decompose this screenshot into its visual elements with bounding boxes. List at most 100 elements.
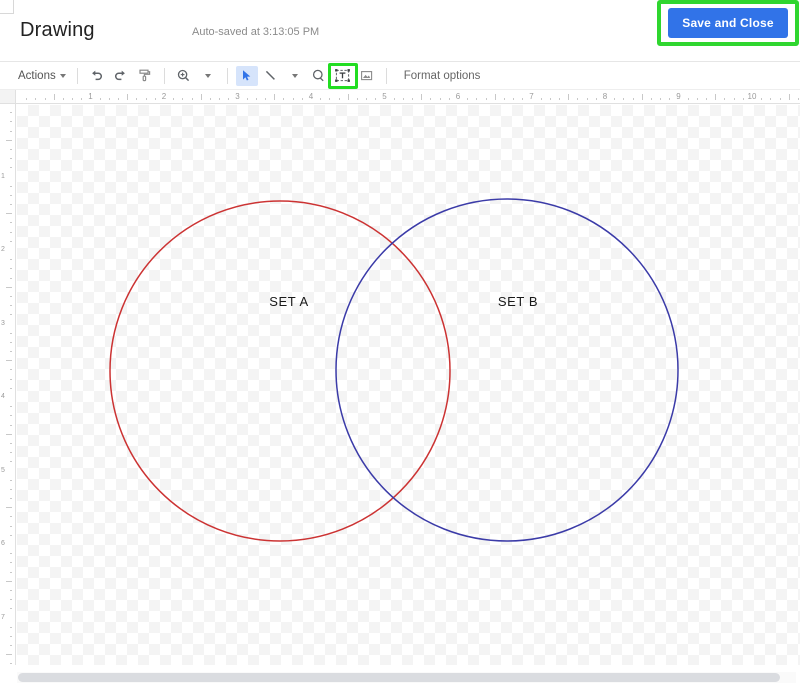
toolbar: Actions Format options xyxy=(0,62,800,90)
ruler-tick xyxy=(10,268,12,270)
zoom-dropdown-button[interactable] xyxy=(197,66,219,86)
ruler-tick xyxy=(503,98,505,100)
ruler-tick xyxy=(430,98,432,100)
text-box-icon xyxy=(334,68,351,83)
ruler-tick xyxy=(246,98,248,100)
save-and-close-button[interactable]: Save and Close xyxy=(668,8,788,38)
redo-button[interactable] xyxy=(110,66,132,86)
paint-format-button[interactable] xyxy=(134,66,156,86)
ruler-tick xyxy=(320,98,322,100)
ruler-tick xyxy=(10,204,12,206)
drawing-canvas[interactable]: SET A SET B xyxy=(17,105,800,665)
ruler-tick xyxy=(10,378,12,380)
shape-tool-button[interactable] xyxy=(308,66,330,86)
actions-menu[interactable]: Actions xyxy=(14,67,70,85)
set-b-label[interactable]: SET B xyxy=(498,294,538,309)
ruler-tick xyxy=(347,94,349,100)
image-tool-button[interactable] xyxy=(356,66,378,86)
select-tool-button[interactable] xyxy=(235,65,258,86)
ruler-tick xyxy=(255,98,257,100)
ruler-tick xyxy=(421,94,423,100)
ruler-tick xyxy=(356,98,358,100)
format-options-button[interactable]: Format options xyxy=(404,70,481,82)
ruler-tick xyxy=(10,479,12,481)
ruler-tick xyxy=(476,98,478,100)
line-tool-button[interactable] xyxy=(260,66,282,86)
ruler-tick xyxy=(292,98,294,100)
ruler-tick xyxy=(650,98,652,100)
ruler-tick xyxy=(779,98,781,100)
ruler-tick xyxy=(375,98,377,100)
set-a-label[interactable]: SET A xyxy=(269,294,309,309)
ruler-corner xyxy=(0,90,16,104)
ruler-tick xyxy=(10,387,12,389)
ruler-tick xyxy=(283,98,285,100)
ruler-tick xyxy=(6,360,12,362)
ruler-tick xyxy=(10,562,12,564)
ruler-tick xyxy=(127,94,129,100)
paint-roller-icon xyxy=(137,68,152,83)
ruler-tick xyxy=(10,231,12,233)
ruler-tick xyxy=(577,98,579,100)
ruler-tick xyxy=(706,98,708,100)
redo-icon xyxy=(113,68,128,83)
ruler-tick-label: 3 xyxy=(1,319,5,327)
ruler-tick xyxy=(448,98,450,100)
ruler-tick xyxy=(669,98,671,100)
ruler-tick xyxy=(485,98,487,100)
ruler-tick xyxy=(6,507,12,509)
ruler-tick-label: 6 xyxy=(1,540,5,547)
ruler-tick xyxy=(10,571,12,573)
ruler-tick xyxy=(35,98,37,100)
undo-icon xyxy=(89,68,104,83)
ruler-tick xyxy=(393,98,395,100)
ruler-tick xyxy=(6,433,12,435)
ruler-tick xyxy=(44,98,46,100)
ruler-tick xyxy=(568,94,570,100)
ruler-tick xyxy=(6,654,12,656)
ruler-tick xyxy=(10,351,12,353)
vertical-ruler[interactable]: 1 2 3 4 5 6 7 xyxy=(0,104,16,665)
ruler-tick xyxy=(10,415,12,417)
horizontal-scrollbar-thumb[interactable] xyxy=(18,673,780,682)
ruler-tick xyxy=(10,516,12,518)
header-bar: Drawing Auto-saved at 3:13:05 PM Save an… xyxy=(0,0,800,62)
line-dropdown-button[interactable] xyxy=(284,66,306,86)
ruler-tick xyxy=(26,98,28,100)
ruler-tick xyxy=(10,452,12,454)
ruler-tick xyxy=(10,635,12,637)
ruler-tick xyxy=(10,332,12,334)
ruler-tick-label: 7 xyxy=(1,613,5,621)
horizontal-ruler[interactable]: 1 2 3 4 5 6 7 8 9 10 xyxy=(0,90,800,104)
image-icon xyxy=(359,68,374,83)
ruler-tick xyxy=(10,240,12,242)
ruler-tick xyxy=(715,94,717,100)
ruler-tick xyxy=(10,442,12,444)
ruler-tick xyxy=(788,94,790,100)
ruler-tick xyxy=(10,663,12,665)
ruler-tick xyxy=(53,94,55,100)
toolbar-divider xyxy=(226,67,228,84)
ruler-tick xyxy=(549,98,551,100)
ruler-tick xyxy=(366,98,368,100)
ruler-tick-label: 8 xyxy=(602,92,608,101)
cursor-arrow-icon xyxy=(239,68,254,83)
ruler-tick-label: 2 xyxy=(1,246,5,253)
text-box-tool-button[interactable] xyxy=(327,62,358,89)
ruler-tick xyxy=(494,94,496,100)
ruler-tick xyxy=(10,534,12,536)
line-icon xyxy=(263,68,278,83)
undo-button[interactable] xyxy=(86,66,108,86)
ruler-tick xyxy=(10,194,12,196)
ruler-tick xyxy=(10,259,12,261)
ruler-tick xyxy=(724,98,726,100)
ruler-tick xyxy=(770,98,772,100)
ruler-tick xyxy=(10,222,12,224)
ruler-tick xyxy=(10,599,12,601)
ruler-tick xyxy=(660,98,662,100)
ruler-tick xyxy=(265,98,267,100)
save-and-close-wrapper: Save and Close xyxy=(657,0,799,46)
zoom-button[interactable] xyxy=(173,66,195,86)
magnifier-plus-icon xyxy=(176,68,191,83)
ruler-tick xyxy=(10,295,12,297)
